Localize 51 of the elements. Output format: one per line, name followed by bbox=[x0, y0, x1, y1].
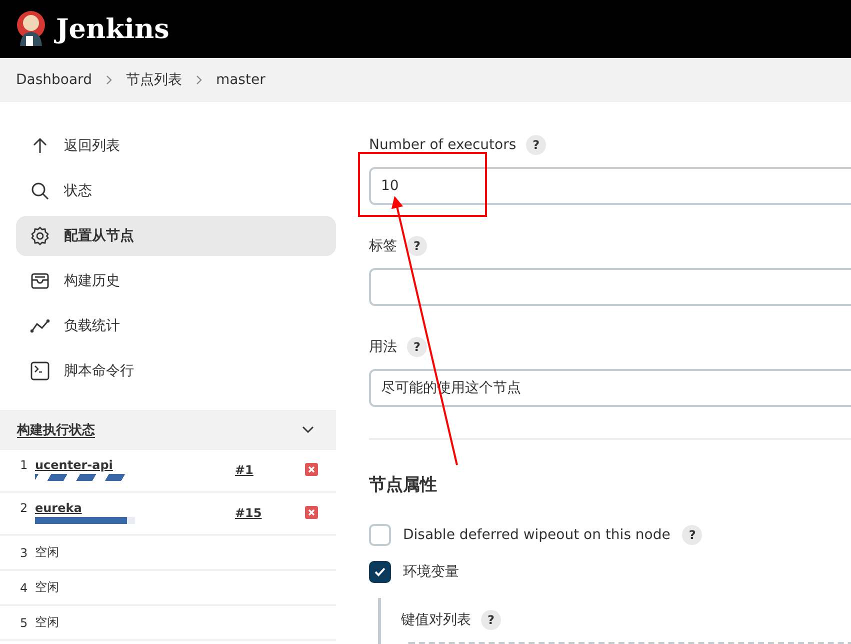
job-link[interactable]: ucenter-api bbox=[35, 458, 113, 472]
sidebar-item[interactable]: 负载统计 bbox=[16, 306, 336, 346]
checkmark-icon bbox=[374, 567, 386, 577]
stop-icon[interactable] bbox=[305, 506, 318, 519]
settings-icon bbox=[30, 226, 50, 246]
breadcrumb-link[interactable]: master bbox=[216, 72, 266, 88]
executor-number: 4 bbox=[20, 580, 29, 594]
chevron-right-icon bbox=[196, 75, 202, 85]
help-icon[interactable]: ? bbox=[682, 525, 702, 545]
executor-number: 3 bbox=[20, 546, 29, 560]
input-field[interactable] bbox=[369, 268, 851, 306]
chevron-down-icon[interactable] bbox=[302, 426, 314, 434]
app-title[interactable]: Jenkins bbox=[56, 14, 170, 44]
job-link[interactable]: eureka bbox=[35, 501, 82, 515]
help-icon[interactable]: ? bbox=[407, 236, 427, 256]
executor-number: 5 bbox=[20, 616, 29, 630]
field-label: 键值对列表 bbox=[401, 611, 471, 629]
executor-status: 空闲 bbox=[35, 614, 59, 631]
build-link[interactable]: #15 bbox=[235, 501, 305, 520]
inbox-icon bbox=[30, 272, 50, 290]
logo-icon[interactable] bbox=[16, 10, 46, 48]
breadcrumb-link[interactable]: 节点列表 bbox=[126, 71, 182, 89]
help-icon[interactable]: ? bbox=[407, 337, 427, 357]
input-field[interactable]: 10 bbox=[369, 167, 851, 205]
field-label: 标签 bbox=[369, 237, 397, 255]
help-icon[interactable]: ? bbox=[526, 135, 546, 155]
checkbox-label: 环境变量 bbox=[403, 563, 459, 581]
sidebar-item[interactable]: 配置从节点 bbox=[16, 216, 336, 256]
chevron-right-icon bbox=[106, 75, 112, 85]
sidebar-item[interactable]: 脚本命令行 bbox=[16, 351, 336, 391]
executor-number: 1 bbox=[20, 458, 29, 472]
build-link[interactable]: #1 bbox=[235, 458, 305, 477]
help-icon[interactable]: ? bbox=[481, 610, 501, 630]
sidebar-item[interactable]: 返回列表 bbox=[16, 126, 336, 166]
stop-icon[interactable] bbox=[305, 463, 318, 476]
checkbox[interactable] bbox=[369, 561, 391, 583]
executor-number: 2 bbox=[20, 501, 29, 515]
sidebar-item[interactable]: 构建历史 bbox=[16, 261, 336, 301]
section-title: 节点属性 bbox=[369, 474, 438, 496]
panel-title[interactable]: 构建执行状态 bbox=[17, 421, 95, 439]
field-label: Number of executors bbox=[369, 137, 516, 153]
executor-status: 空闲 bbox=[35, 544, 59, 561]
field-label: 用法 bbox=[369, 338, 397, 356]
search-icon bbox=[31, 182, 49, 200]
arrow-up-icon bbox=[31, 137, 49, 155]
breadcrumb-link[interactable]: Dashboard bbox=[16, 72, 92, 88]
checkbox-label: Disable deferred wipeout on this node bbox=[403, 527, 670, 543]
sidebar-item[interactable]: 状态 bbox=[16, 171, 336, 211]
line-chart-icon bbox=[30, 319, 50, 333]
terminal-icon bbox=[30, 361, 50, 381]
executor-status: 空闲 bbox=[35, 579, 59, 596]
